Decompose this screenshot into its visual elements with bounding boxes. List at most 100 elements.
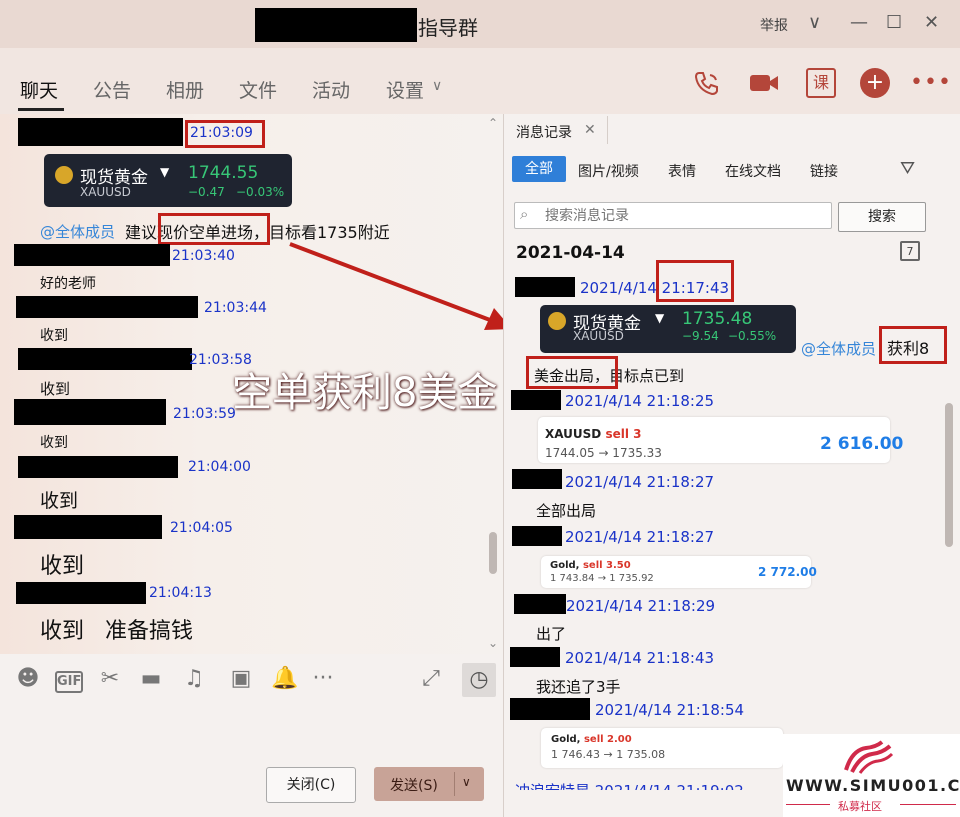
history-search-input[interactable] bbox=[514, 202, 832, 229]
tab-settings[interactable]: 设置 bbox=[386, 76, 424, 103]
tab-activity[interactable]: 活动 bbox=[312, 76, 350, 103]
maximize-icon[interactable]: ☐ bbox=[886, 12, 902, 33]
record-message: 出了 bbox=[536, 625, 567, 643]
redacted-sender bbox=[510, 647, 560, 667]
chat-message: 收到 bbox=[40, 435, 68, 451]
message-time: 21:03:40 bbox=[172, 248, 235, 264]
tab-chat[interactable]: 聊天 bbox=[20, 76, 58, 103]
settings-chevron-icon[interactable]: ∨ bbox=[432, 78, 442, 94]
minimize-icon[interactable]: — bbox=[850, 12, 868, 33]
emoji-icon[interactable]: ☻ bbox=[15, 666, 41, 691]
history-date: 2021-04-14 bbox=[516, 243, 625, 263]
mention-all[interactable]: @全体成员 bbox=[801, 338, 876, 359]
music-icon[interactable]: ♫ bbox=[181, 666, 207, 691]
chat-scrollbar[interactable] bbox=[489, 532, 497, 574]
chat-message: 好的老师 bbox=[40, 276, 96, 292]
close-icon[interactable]: ✕ bbox=[924, 12, 939, 33]
redacted-sender bbox=[14, 399, 166, 425]
gold-coin-icon bbox=[55, 166, 73, 184]
message-time: 21:03:59 bbox=[173, 406, 236, 422]
history-tab[interactable]: 消息记录 bbox=[516, 122, 572, 142]
tab-files[interactable]: 文件 bbox=[239, 76, 277, 103]
search-icon: ⌕ bbox=[520, 205, 529, 223]
filter-stickers[interactable]: 表情 bbox=[668, 161, 696, 181]
more-tools-icon[interactable]: ··· bbox=[310, 666, 336, 691]
expand-icon[interactable]: ⤢ bbox=[418, 666, 444, 691]
redacted-sender bbox=[14, 515, 162, 539]
quote-price: 1735.48 bbox=[682, 309, 753, 329]
filter-funnel-icon[interactable]: ⛛ bbox=[900, 158, 915, 179]
trade-symbol: Gold, sell 2.00 bbox=[551, 734, 632, 745]
tab-announcement[interactable]: 公告 bbox=[93, 76, 131, 103]
tab-album[interactable]: 相册 bbox=[166, 76, 204, 103]
record-time: 2021/4/14 21:18:27 bbox=[565, 528, 715, 546]
trade-route: 1744.05 → 1735.33 bbox=[545, 446, 662, 460]
highlight-box bbox=[185, 120, 265, 148]
scissors-icon[interactable]: ✂ bbox=[97, 666, 123, 691]
filter-links[interactable]: 链接 bbox=[810, 161, 838, 181]
quote-change: −9.54 bbox=[682, 329, 719, 343]
redacted-sender bbox=[511, 390, 561, 410]
record-time: 2021/4/14 21:18:27 bbox=[565, 473, 715, 491]
history-clock-icon[interactable]: ◷ bbox=[462, 663, 496, 697]
image-icon[interactable]: ▣ bbox=[228, 666, 254, 691]
trade-symbol: Gold, sell 3.50 bbox=[550, 560, 631, 571]
trade-direction: sell 2.00 bbox=[583, 734, 632, 745]
folder-icon[interactable]: ▬ bbox=[138, 666, 164, 691]
trade-profit: 2 616.00 bbox=[820, 434, 904, 454]
send-button-label: 发送(S) bbox=[390, 778, 438, 794]
record-time: 2021/4/14 21:18:54 bbox=[595, 701, 745, 719]
highlight-box bbox=[526, 356, 618, 389]
history-scrollbar[interactable] bbox=[945, 403, 953, 547]
highlight-box bbox=[158, 213, 270, 245]
report-button[interactable]: 举报 bbox=[760, 15, 788, 35]
trade-direction: sell 3.50 bbox=[582, 560, 631, 571]
filter-docs[interactable]: 在线文档 bbox=[725, 161, 781, 181]
quote-change: −0.47 bbox=[188, 185, 225, 199]
quote-change-pct: −0.03% bbox=[236, 185, 285, 199]
add-icon[interactable]: + bbox=[860, 68, 890, 98]
mention-all[interactable]: @全体成员 bbox=[40, 221, 115, 242]
redacted-sender bbox=[515, 277, 575, 297]
redacted-sender bbox=[18, 118, 183, 146]
chat-message: 收到 准备搞钱 bbox=[40, 619, 193, 644]
record-message: 全部出局 bbox=[536, 502, 597, 520]
trade-symbol: XAUUSD sell 3 bbox=[545, 427, 642, 441]
redacted-sender bbox=[512, 469, 562, 489]
quote-change-pct: −0.55% bbox=[728, 329, 777, 343]
gold-coin-icon bbox=[548, 312, 566, 330]
search-button[interactable]: 搜索 bbox=[838, 202, 926, 232]
message-time: 21:04:00 bbox=[188, 459, 251, 475]
close-tab-icon[interactable]: ✕ bbox=[584, 122, 596, 138]
more-icon[interactable]: ••• bbox=[910, 68, 951, 98]
record-partial: 冲浪宏特星 2021/4/14 21:19:02 bbox=[515, 780, 744, 790]
phone-icon[interactable] bbox=[692, 68, 722, 98]
record-message: 我还追了3手 bbox=[536, 678, 621, 696]
gif-icon[interactable]: GIF bbox=[55, 671, 83, 693]
close-button[interactable]: 关闭(C) bbox=[266, 767, 356, 803]
active-tab-indicator bbox=[18, 108, 64, 111]
collapse-up-icon[interactable]: ⌃ bbox=[488, 116, 498, 130]
bell-icon[interactable]: 🔔 bbox=[271, 666, 298, 691]
chat-message: 收到 bbox=[40, 554, 85, 579]
video-call-icon[interactable] bbox=[748, 68, 778, 98]
send-options-chevron-icon[interactable]: ∨ bbox=[462, 775, 471, 789]
message-time: 21:04:13 bbox=[149, 585, 212, 601]
quote-price: 1744.55 bbox=[188, 163, 259, 183]
window-title: 指导群 bbox=[418, 16, 478, 40]
send-button[interactable]: 发送(S) ∨ bbox=[374, 767, 484, 801]
redacted-sender bbox=[18, 348, 192, 370]
dropdown-icon: ▼ bbox=[655, 311, 665, 325]
calendar-icon[interactable]: 7 bbox=[900, 241, 920, 261]
watermark-subtitle: 私募社区 bbox=[838, 800, 882, 813]
highlight-box bbox=[879, 326, 947, 364]
watermark-text: WWW.SIMU001.CN bbox=[786, 776, 960, 795]
chat-message: 收到 bbox=[40, 380, 71, 398]
filter-all[interactable]: 全部 bbox=[512, 156, 566, 182]
highlight-box bbox=[656, 260, 734, 302]
chevron-down-icon[interactable]: ∨ bbox=[808, 12, 821, 33]
dropdown-icon: ▼ bbox=[160, 165, 170, 179]
filter-media[interactable]: 图片/视频 bbox=[578, 161, 639, 181]
collapse-down-icon[interactable]: ⌄ bbox=[488, 636, 498, 650]
course-icon[interactable]: 课 bbox=[806, 68, 836, 98]
